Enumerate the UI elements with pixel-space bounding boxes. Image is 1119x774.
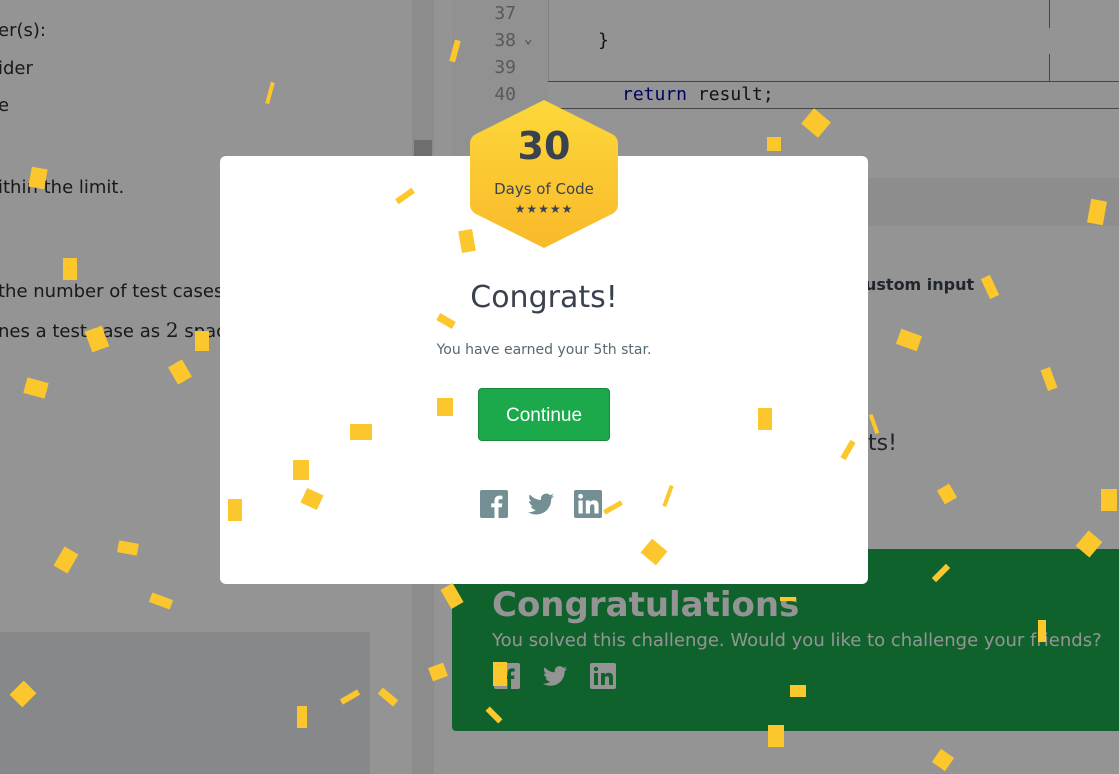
modal-subtitle: You have earned your 5th star. — [436, 342, 652, 358]
linkedin-icon[interactable] — [574, 490, 602, 518]
continue-button[interactable]: Continue — [478, 388, 610, 441]
twitter-icon[interactable] — [527, 490, 555, 518]
badge-number: 30 — [517, 124, 571, 168]
page: er(s): ider e ithin the limit. the numbe… — [0, 0, 1119, 774]
facebook-icon[interactable] — [480, 490, 508, 518]
badge-stars: ★★★★★ — [514, 202, 574, 216]
badge-label: Days of Code — [494, 180, 594, 198]
share-icons — [479, 490, 609, 520]
congrats-modal: 30 Days of Code ★★★★★ Congrats! You have… — [220, 100, 868, 584]
modal-title: Congrats! — [470, 280, 618, 315]
hexagon-badge-icon — [470, 100, 618, 248]
days-of-code-badge: 30 Days of Code ★★★★★ — [470, 98, 618, 250]
